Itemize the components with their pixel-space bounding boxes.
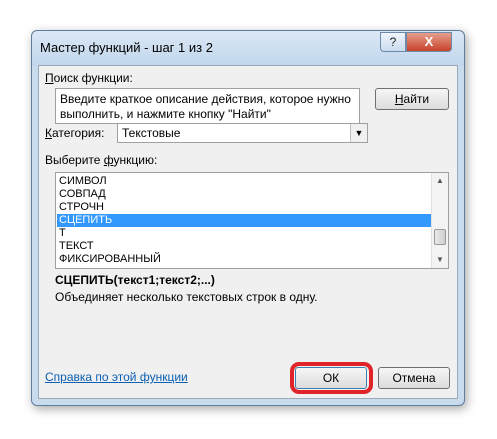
- dialog-body: Поиск функции: Введите краткое описание …: [38, 65, 458, 399]
- list-item[interactable]: СОВПАД: [57, 188, 431, 201]
- function-syntax: СЦЕПИТЬ(текст1;текст2;...): [55, 273, 215, 287]
- function-list-label: Выберите функцию:: [45, 153, 158, 167]
- list-item-selected[interactable]: СЦЕПИТЬ: [57, 214, 431, 227]
- dialog-title: Мастер функций - шаг 1 из 2: [40, 40, 213, 55]
- title-bar[interactable]: Мастер функций - шаг 1 из 2 ? X: [32, 31, 464, 65]
- search-input[interactable]: Введите краткое описание действия, котор…: [55, 88, 360, 124]
- list-item[interactable]: ТЕКСТ: [57, 240, 431, 253]
- list-scrollbar[interactable]: ▲ ▼: [431, 173, 448, 268]
- function-listbox[interactable]: СИМВОЛ СОВПАД СТРОЧН СЦЕПИТЬ Т ТЕКСТ ФИК…: [55, 172, 449, 269]
- help-button[interactable]: ?: [380, 32, 406, 52]
- list-item[interactable]: СИМВОЛ: [57, 175, 431, 188]
- search-label: Поиск функции:: [45, 71, 133, 85]
- ok-button[interactable]: ОК: [295, 367, 367, 389]
- list-item[interactable]: Т: [57, 227, 431, 240]
- scroll-up-icon[interactable]: ▲: [432, 173, 448, 189]
- list-item[interactable]: СТРОЧН: [57, 201, 431, 214]
- category-value: Текстовые: [122, 126, 181, 140]
- chevron-down-icon[interactable]: ▼: [350, 124, 367, 142]
- list-item[interactable]: ФИКСИРОВАННЫЙ: [57, 253, 431, 266]
- scroll-down-icon[interactable]: ▼: [432, 252, 448, 268]
- category-label: Категория:: [45, 126, 105, 140]
- question-icon: ?: [389, 35, 397, 49]
- help-link[interactable]: Справка по этой функции: [45, 370, 188, 384]
- function-wizard-dialog: Мастер функций - шаг 1 из 2 ? X Поиск фу…: [31, 30, 465, 406]
- category-select[interactable]: Текстовые ▼: [117, 123, 368, 143]
- scroll-thumb[interactable]: [434, 229, 446, 245]
- close-icon: X: [424, 34, 434, 49]
- function-description: Объединяет несколько текстовых строк в о…: [55, 290, 318, 304]
- close-button[interactable]: X: [406, 32, 452, 52]
- find-button[interactable]: Найти: [375, 88, 449, 110]
- cancel-button[interactable]: Отмена: [378, 367, 450, 389]
